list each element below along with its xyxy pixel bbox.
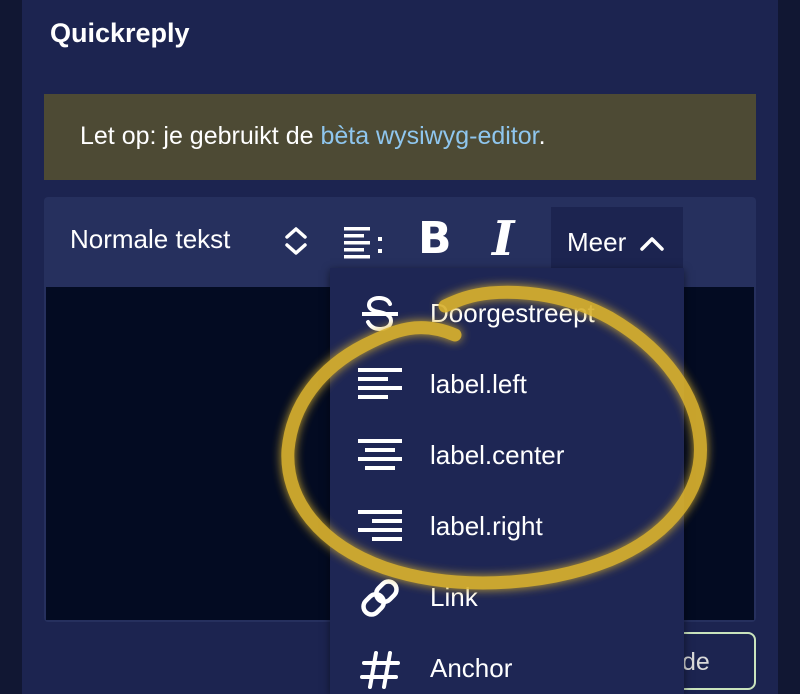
beta-notice: Let op: je gebruikt de bèta wysiwyg-edit… <box>44 94 756 180</box>
link-icon <box>361 579 399 617</box>
page-margin-right <box>778 0 800 694</box>
hash-icon <box>360 651 400 689</box>
page-title: Quickreply <box>50 18 190 48</box>
align-right-icon <box>358 510 402 541</box>
italic-button[interactable]: I <box>492 211 514 267</box>
menu-item-label: label.left <box>430 369 527 399</box>
menu-item-strikethrough[interactable]: Doorgestreept <box>330 278 684 349</box>
menu-item-label: label.right <box>430 511 543 541</box>
menu-item-align-center[interactable]: label.center <box>330 420 684 491</box>
menu-item-align-right[interactable]: label.right <box>330 491 684 562</box>
chevron-updown-icon[interactable] <box>282 224 310 258</box>
more-label: Meer <box>567 227 627 257</box>
page-margin-left <box>0 0 22 694</box>
align-left-icon <box>358 368 402 399</box>
menu-item-link[interactable]: Link <box>330 562 684 633</box>
menu-item-label: Doorgestreept <box>430 298 595 328</box>
beta-editor-link[interactable]: bèta wysiwyg-editor <box>320 122 538 150</box>
format-select[interactable]: Normale tekst <box>70 224 230 255</box>
menu-item-align-left[interactable]: label.left <box>330 349 684 420</box>
chevron-up-icon <box>640 237 665 251</box>
notice-text: Let op: je gebruikt de <box>80 122 321 150</box>
bold-button[interactable]: B <box>418 213 452 264</box>
strikethrough-icon <box>362 295 398 332</box>
menu-item-label: Anchor <box>430 653 513 683</box>
menu-item-anchor[interactable]: Anchor <box>330 633 684 694</box>
menu-item-label: Link <box>430 582 478 612</box>
menu-item-label: label.center <box>430 440 565 470</box>
list-format-icon[interactable] <box>342 223 386 261</box>
notice-text-end: . <box>538 122 546 150</box>
more-dropdown-menu: Doorgestreept label.left label.center la… <box>330 268 684 694</box>
align-center-icon <box>358 439 402 470</box>
